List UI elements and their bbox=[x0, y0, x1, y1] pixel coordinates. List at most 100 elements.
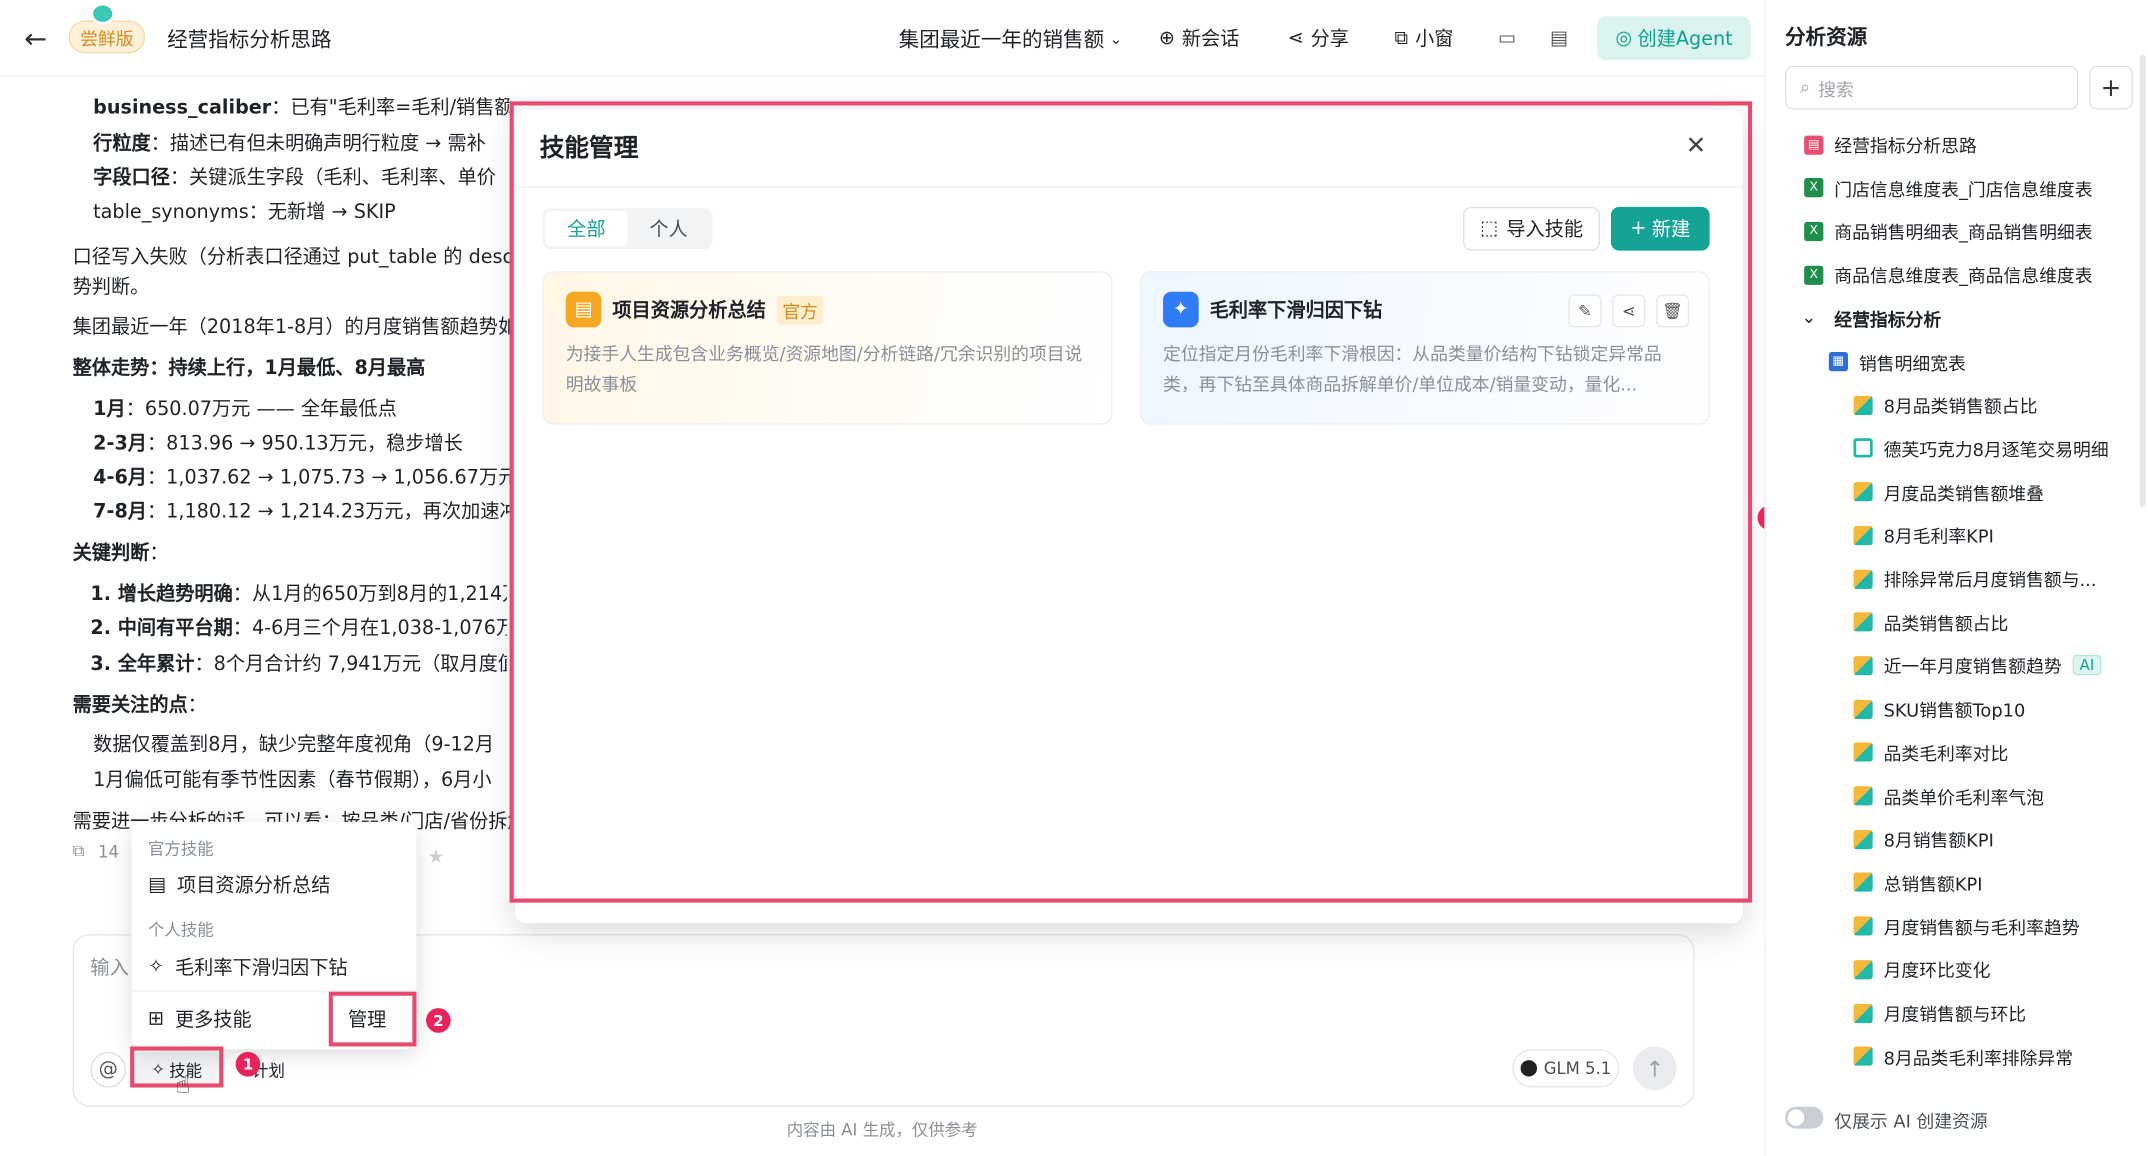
bullet-item: 数据仅覆盖到8月，缺少完整年度视角（9-12月 bbox=[93, 730, 494, 757]
model-label: GLM 5.1 bbox=[1543, 1058, 1612, 1078]
line-text: ：650.07万元 —— 全年最低点 bbox=[125, 398, 397, 421]
resource-label: 品类销售额占比 bbox=[1883, 614, 2009, 636]
resource-item[interactable]: 8月销售额KPI bbox=[1853, 826, 1994, 852]
numbered-item: 2. 中间有平台期：4-6月三个月在1,038-1,076万之 bbox=[90, 614, 506, 641]
send-button[interactable]: ↑ bbox=[1632, 1046, 1677, 1091]
line-text: ：813.96 → 950.13万元，稳步增长 bbox=[146, 432, 463, 455]
official-skill-item[interactable]: ▤ 项目资源分析总结 bbox=[148, 871, 331, 898]
bold-text: 1月 bbox=[93, 398, 126, 421]
chart-icon bbox=[1853, 482, 1873, 502]
resource-label: 经营指标分析思路 bbox=[1834, 136, 1977, 158]
resource-item[interactable]: 品类销售额占比 bbox=[1853, 609, 2008, 635]
new-chat-button[interactable]: ⊕ 新会话 bbox=[1159, 25, 1239, 52]
grid-icon bbox=[1853, 438, 1873, 459]
resource-item[interactable]: 月度环比变化 bbox=[1853, 956, 1990, 982]
resource-label: 8月品类销售额占比 bbox=[1883, 397, 2038, 419]
resource-label: 门店信息维度表_门店信息维度表 bbox=[1834, 180, 2093, 201]
bold-text: 行粒度 bbox=[93, 132, 151, 155]
resource-item[interactable]: 8月品类毛利率排除异常 bbox=[1853, 1043, 2073, 1069]
model-selector[interactable]: GLM 5.1 bbox=[1512, 1049, 1620, 1088]
create-agent-label: 创建Agent bbox=[1637, 28, 1733, 51]
line-text: ：关键派生字段（毛利、毛利率、单价 bbox=[169, 167, 496, 190]
grid-icon: ⊞ bbox=[147, 1008, 165, 1031]
bullet-item: 2-3月：813.96 → 950.13万元，稳步增长 bbox=[93, 429, 463, 456]
resource-item[interactable]: 月度销售额与环比 bbox=[1853, 1000, 2026, 1026]
dataset-dropdown[interactable]: 集团最近一年的销售额 ⌄ bbox=[899, 25, 1123, 54]
step-marker-2: 2 bbox=[426, 1008, 451, 1033]
bold-text: 字段口径 bbox=[93, 167, 170, 190]
line-text: ：1,180.12 → 1,214.23万元，再次加速冲 bbox=[146, 501, 510, 524]
resource-item[interactable]: 总销售额KPI bbox=[1853, 870, 1983, 896]
resource-item[interactable]: 近一年月度销售额趋势 AI bbox=[1853, 653, 2102, 679]
resource-item[interactable]: 品类毛利率对比 bbox=[1853, 739, 2008, 765]
chevron-down-icon[interactable]: ⌄ bbox=[1801, 308, 1823, 329]
xls-icon: X bbox=[1804, 178, 1824, 198]
mini-window-icon: ⧉ bbox=[1394, 27, 1409, 50]
create-agent-button[interactable]: ◎ 创建Agent bbox=[1597, 16, 1751, 61]
chart-icon bbox=[1853, 569, 1873, 589]
bold-text: business_caliber bbox=[93, 97, 272, 120]
star-icon[interactable]: ★ bbox=[427, 846, 444, 868]
resources-scrollbar[interactable] bbox=[2139, 54, 2146, 507]
ai-only-toggle[interactable] bbox=[1784, 1106, 1824, 1129]
resource-item[interactable]: X 商品信息维度表_商品信息维度表 bbox=[1804, 262, 2093, 288]
bullet-item: table_synonyms：无新增 → SKIP bbox=[93, 197, 396, 224]
mini-window-button[interactable]: ⧉ 小窗 bbox=[1395, 25, 1454, 52]
resource-label: 排除异常后月度销售额与... bbox=[1883, 571, 2097, 592]
resource-item[interactable]: ▤ 经营指标分析思路 bbox=[1804, 131, 1977, 158]
chart-icon bbox=[1853, 1003, 1873, 1023]
agent-icon: ◎ bbox=[1615, 27, 1633, 50]
resource-label: 月度环比变化 bbox=[1883, 961, 1991, 983]
resource-label: 月度销售额与毛利率趋势 bbox=[1883, 918, 2080, 940]
resource-item[interactable]: 德芙巧克力8月逐笔交易明细 bbox=[1853, 435, 2109, 461]
copy-icon[interactable]: ⧉ bbox=[73, 841, 85, 862]
official-skill-label: 项目资源分析总结 bbox=[177, 875, 331, 898]
ai-only-toggle-label: 仅展示 AI 创建资源 bbox=[1834, 1112, 1988, 1133]
at-mention-button[interactable]: @ bbox=[90, 1051, 127, 1088]
chevron-down-icon: ⌄ bbox=[1109, 30, 1123, 48]
line-text: ：4-6月三个月在1,038-1,076万之 bbox=[232, 617, 507, 640]
resource-folder[interactable]: ⌄ 经营指标分析 bbox=[1801, 305, 1941, 331]
resource-label: 商品销售明细表_商品销售明细表 bbox=[1834, 223, 2093, 245]
resource-label: 品类单价毛利率气泡 bbox=[1883, 788, 2044, 809]
resource-label: 8月毛利率KPI bbox=[1883, 527, 1994, 549]
official-skills-header: 官方技能 bbox=[147, 839, 214, 859]
resource-label: 近一年月度销售额趋势 bbox=[1883, 657, 2062, 679]
resource-item[interactable]: 排除异常后月度销售额与... bbox=[1853, 566, 2097, 592]
resource-search-input[interactable]: ⌕ 搜索 bbox=[1784, 65, 2079, 110]
modal-highlight bbox=[509, 101, 1753, 903]
add-resource-button[interactable]: + bbox=[2089, 65, 2133, 110]
resource-item[interactable]: 月度品类销售额堆叠 bbox=[1853, 479, 2044, 505]
ai-tag: AI bbox=[2072, 655, 2102, 676]
resource-item[interactable]: ▦ 销售明细宽表 bbox=[1828, 349, 1966, 375]
bold-text: 4-6月 bbox=[93, 467, 147, 489]
share-button[interactable]: ⋖ 分享 bbox=[1288, 25, 1349, 52]
resource-item[interactable]: 品类单价毛利率气泡 bbox=[1853, 783, 2044, 809]
resource-item[interactable]: 月度销售额与毛利率趋势 bbox=[1853, 913, 2080, 940]
more-skills-button[interactable]: ⊞ 更多技能 bbox=[148, 1005, 252, 1032]
bold-text: 7-8月 bbox=[93, 501, 147, 524]
tool-count: 14 bbox=[98, 841, 119, 861]
bullet-item: 行粒度：描述已有但未明确声明行粒度 → 需补 bbox=[93, 129, 486, 156]
resource-label: 月度销售额与环比 bbox=[1883, 1005, 2027, 1026]
resource-item[interactable]: X 门店信息维度表_门店信息维度表 bbox=[1804, 175, 2093, 201]
resources-title: 分析资源 bbox=[1784, 24, 1868, 50]
chart-icon[interactable]: ▭ bbox=[1493, 25, 1520, 52]
chart-icon bbox=[1853, 395, 1873, 415]
new-chat-icon: ⊕ bbox=[1158, 27, 1176, 50]
resource-item[interactable]: SKU销售额Top10 bbox=[1853, 696, 2025, 722]
bullet-item: business_caliber：已有"毛利率=毛利/销售额，金额均为含税口径"… bbox=[93, 93, 509, 120]
resource-item[interactable]: 8月毛利率KPI bbox=[1853, 522, 1994, 549]
back-arrow-icon[interactable]: ← bbox=[19, 22, 52, 55]
trial-badge: 尝鲜版 bbox=[68, 20, 146, 54]
resource-label: 销售明细宽表 bbox=[1858, 354, 1966, 375]
resource-item[interactable]: X 商品销售明细表_商品销售明细表 bbox=[1804, 218, 2093, 245]
resource-item[interactable]: 8月品类销售额占比 bbox=[1853, 392, 2037, 418]
personal-skill-item[interactable]: ✧ 毛利率下滑归因下钻 bbox=[148, 953, 348, 980]
line-text: ： bbox=[149, 542, 169, 565]
resource-label: 月度品类销售额堆叠 bbox=[1883, 484, 2044, 505]
chart-icon bbox=[1853, 959, 1873, 980]
xls-icon: X bbox=[1804, 265, 1824, 285]
paragraph: 集团最近一年（2018年1-8月）的月度销售额趋势如下 bbox=[73, 312, 510, 339]
document-icon[interactable]: ▤ bbox=[1545, 25, 1572, 52]
